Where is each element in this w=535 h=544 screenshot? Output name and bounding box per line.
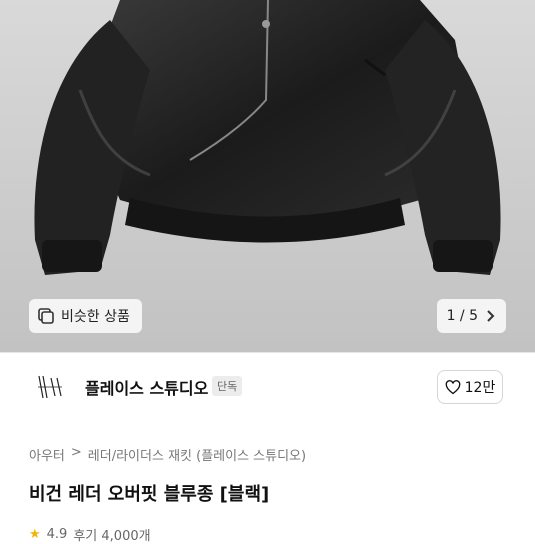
breadcrumb: 아우터 > 레더/라이더스 재킷 (플레이스 스튜디오) (29, 445, 306, 464)
exclusive-badge: 단독 (212, 376, 243, 396)
heart-icon (445, 379, 460, 394)
brand-logo[interactable] (33, 370, 67, 404)
product-image-carousel[interactable]: 비슷한 상품 1 / 5 (0, 0, 535, 352)
like-count: 12만 (464, 380, 496, 396)
gallery-icon (38, 308, 54, 324)
image-pager[interactable]: 1 / 5 (436, 299, 506, 333)
divider (0, 352, 535, 353)
brand-name[interactable]: 플레이스 스튜디오 (85, 375, 208, 399)
breadcrumb-item-leather[interactable]: 레더/라이더스 재킷 (플레이스 스튜디오) (88, 445, 306, 464)
similar-products-button[interactable]: 비슷한 상품 (29, 299, 142, 333)
breadcrumb-item-outer[interactable]: 아우터 (29, 445, 65, 464)
chevron-right-icon (487, 310, 495, 322)
product-title: 비건 레더 오버핏 블루종 [블랙] (29, 484, 270, 505)
like-button[interactable]: 12만 (437, 370, 503, 404)
breadcrumb-separator: > (70, 445, 82, 460)
similar-products-label: 비슷한 상품 (61, 309, 130, 325)
pager-text: 1 / 5 (446, 308, 478, 324)
brand-row: 플레이스 스튜디오 단독 12만 (0, 362, 535, 412)
